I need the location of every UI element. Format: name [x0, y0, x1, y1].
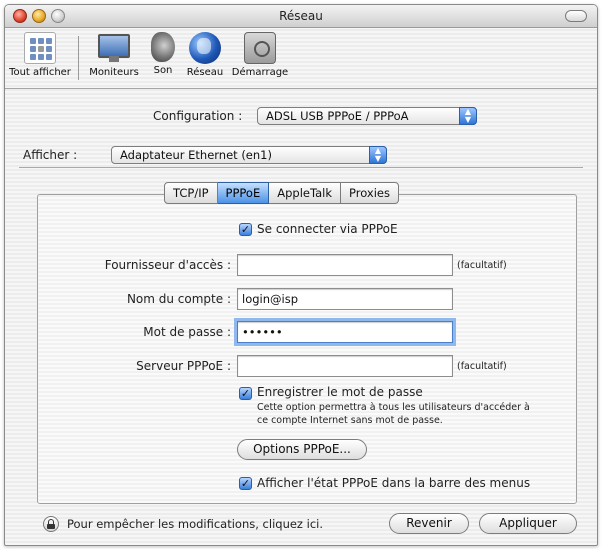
toolbar-item-label: Réseau [186, 67, 224, 78]
tab-pppoe[interactable]: PPPoE [217, 182, 270, 204]
globe-icon [189, 32, 221, 64]
toolbar-item-network[interactable]: Réseau [183, 32, 227, 78]
toolbar-separator [78, 36, 79, 80]
toolbar-item-startup-disk[interactable]: Démarrage [229, 32, 291, 78]
configuration-label: Configuration : [153, 109, 243, 123]
popup-arrows-icon: ▲ ▼ [459, 107, 477, 125]
show-label: Afficher : [23, 148, 78, 162]
network-preferences-window: Réseau Tout afficher Moniteurs Son Résea… [4, 4, 598, 546]
password-field[interactable]: •••••• [237, 321, 453, 343]
pppoe-options-button[interactable]: Options PPPoE... [237, 439, 367, 460]
server-optional-hint: (facultatif) [457, 361, 507, 372]
tab-tcp-ip[interactable]: TCP/IP [164, 182, 218, 204]
tab-bar: TCP/IP PPPoE AppleTalk Proxies [164, 182, 399, 204]
toolbar-item-monitors[interactable]: Moniteurs [85, 32, 143, 78]
startup-disk-icon [244, 32, 276, 64]
provider-label: Fournisseur d'accès : [104, 258, 231, 272]
provider-optional-hint: (facultatif) [457, 260, 507, 271]
toolbar-toggle-button[interactable] [565, 10, 587, 22]
title-bar: Réseau [5, 5, 597, 28]
connect-via-pppoe-checkbox[interactable]: ✓ [239, 223, 252, 236]
pppoe-server-field[interactable] [237, 355, 453, 377]
save-password-checkbox[interactable]: ✓ [239, 387, 252, 400]
lock-hint-text: Pour empêcher les modifications, cliquez… [67, 517, 323, 531]
popup-arrows-icon: ▲ ▼ [369, 146, 387, 164]
configuration-popup[interactable]: ADSL USB PPPoE / PPPoA ▲ ▼ [257, 107, 477, 125]
account-name-field[interactable]: login@isp [237, 288, 453, 310]
tab-appletalk[interactable]: AppleTalk [269, 182, 341, 204]
tab-proxies[interactable]: Proxies [341, 182, 399, 204]
save-password-label: Enregistrer le mot de passe [257, 385, 423, 399]
toolbar: Tout afficher Moniteurs Son Réseau Démar… [5, 28, 597, 89]
configuration-value: ADSL USB PPPoE / PPPoA [266, 109, 409, 123]
speaker-icon [151, 32, 175, 62]
account-name-label: Nom du compte : [126, 292, 231, 306]
window-title: Réseau [279, 9, 323, 23]
show-status-menubar-label: Afficher l'état PPPoE dans la barre des … [257, 476, 531, 490]
provider-field[interactable] [237, 254, 453, 276]
toolbar-item-sound[interactable]: Son [145, 32, 181, 76]
show-value: Adaptateur Ethernet (en1) [120, 148, 272, 162]
monitor-icon [98, 32, 130, 64]
lock-icon[interactable] [43, 516, 59, 532]
pppoe-server-label: Serveur PPPoE : [136, 359, 231, 373]
show-status-menubar-checkbox[interactable]: ✓ [239, 477, 252, 490]
password-label: Mot de passe : [143, 325, 231, 339]
save-password-description-line2: ce compte Internet sans mot de passe. [257, 415, 443, 426]
save-password-description-line1: Cette option permettra à tous les utilis… [257, 402, 530, 413]
toolbar-item-show-all[interactable]: Tout afficher [9, 32, 71, 78]
toolbar-item-label: Démarrage [231, 67, 289, 78]
show-all-icon [24, 32, 56, 64]
show-popup[interactable]: Adaptateur Ethernet (en1) ▲ ▼ [111, 146, 387, 164]
toolbar-item-label: Tout afficher [9, 67, 71, 78]
apply-button[interactable]: Appliquer [479, 513, 577, 534]
revert-button[interactable]: Revenir [389, 513, 469, 534]
connect-via-pppoe-label: Se connecter via PPPoE [257, 222, 398, 236]
divider [19, 167, 583, 168]
toolbar-item-label: Moniteurs [89, 67, 139, 78]
toolbar-item-label: Son [153, 65, 173, 76]
